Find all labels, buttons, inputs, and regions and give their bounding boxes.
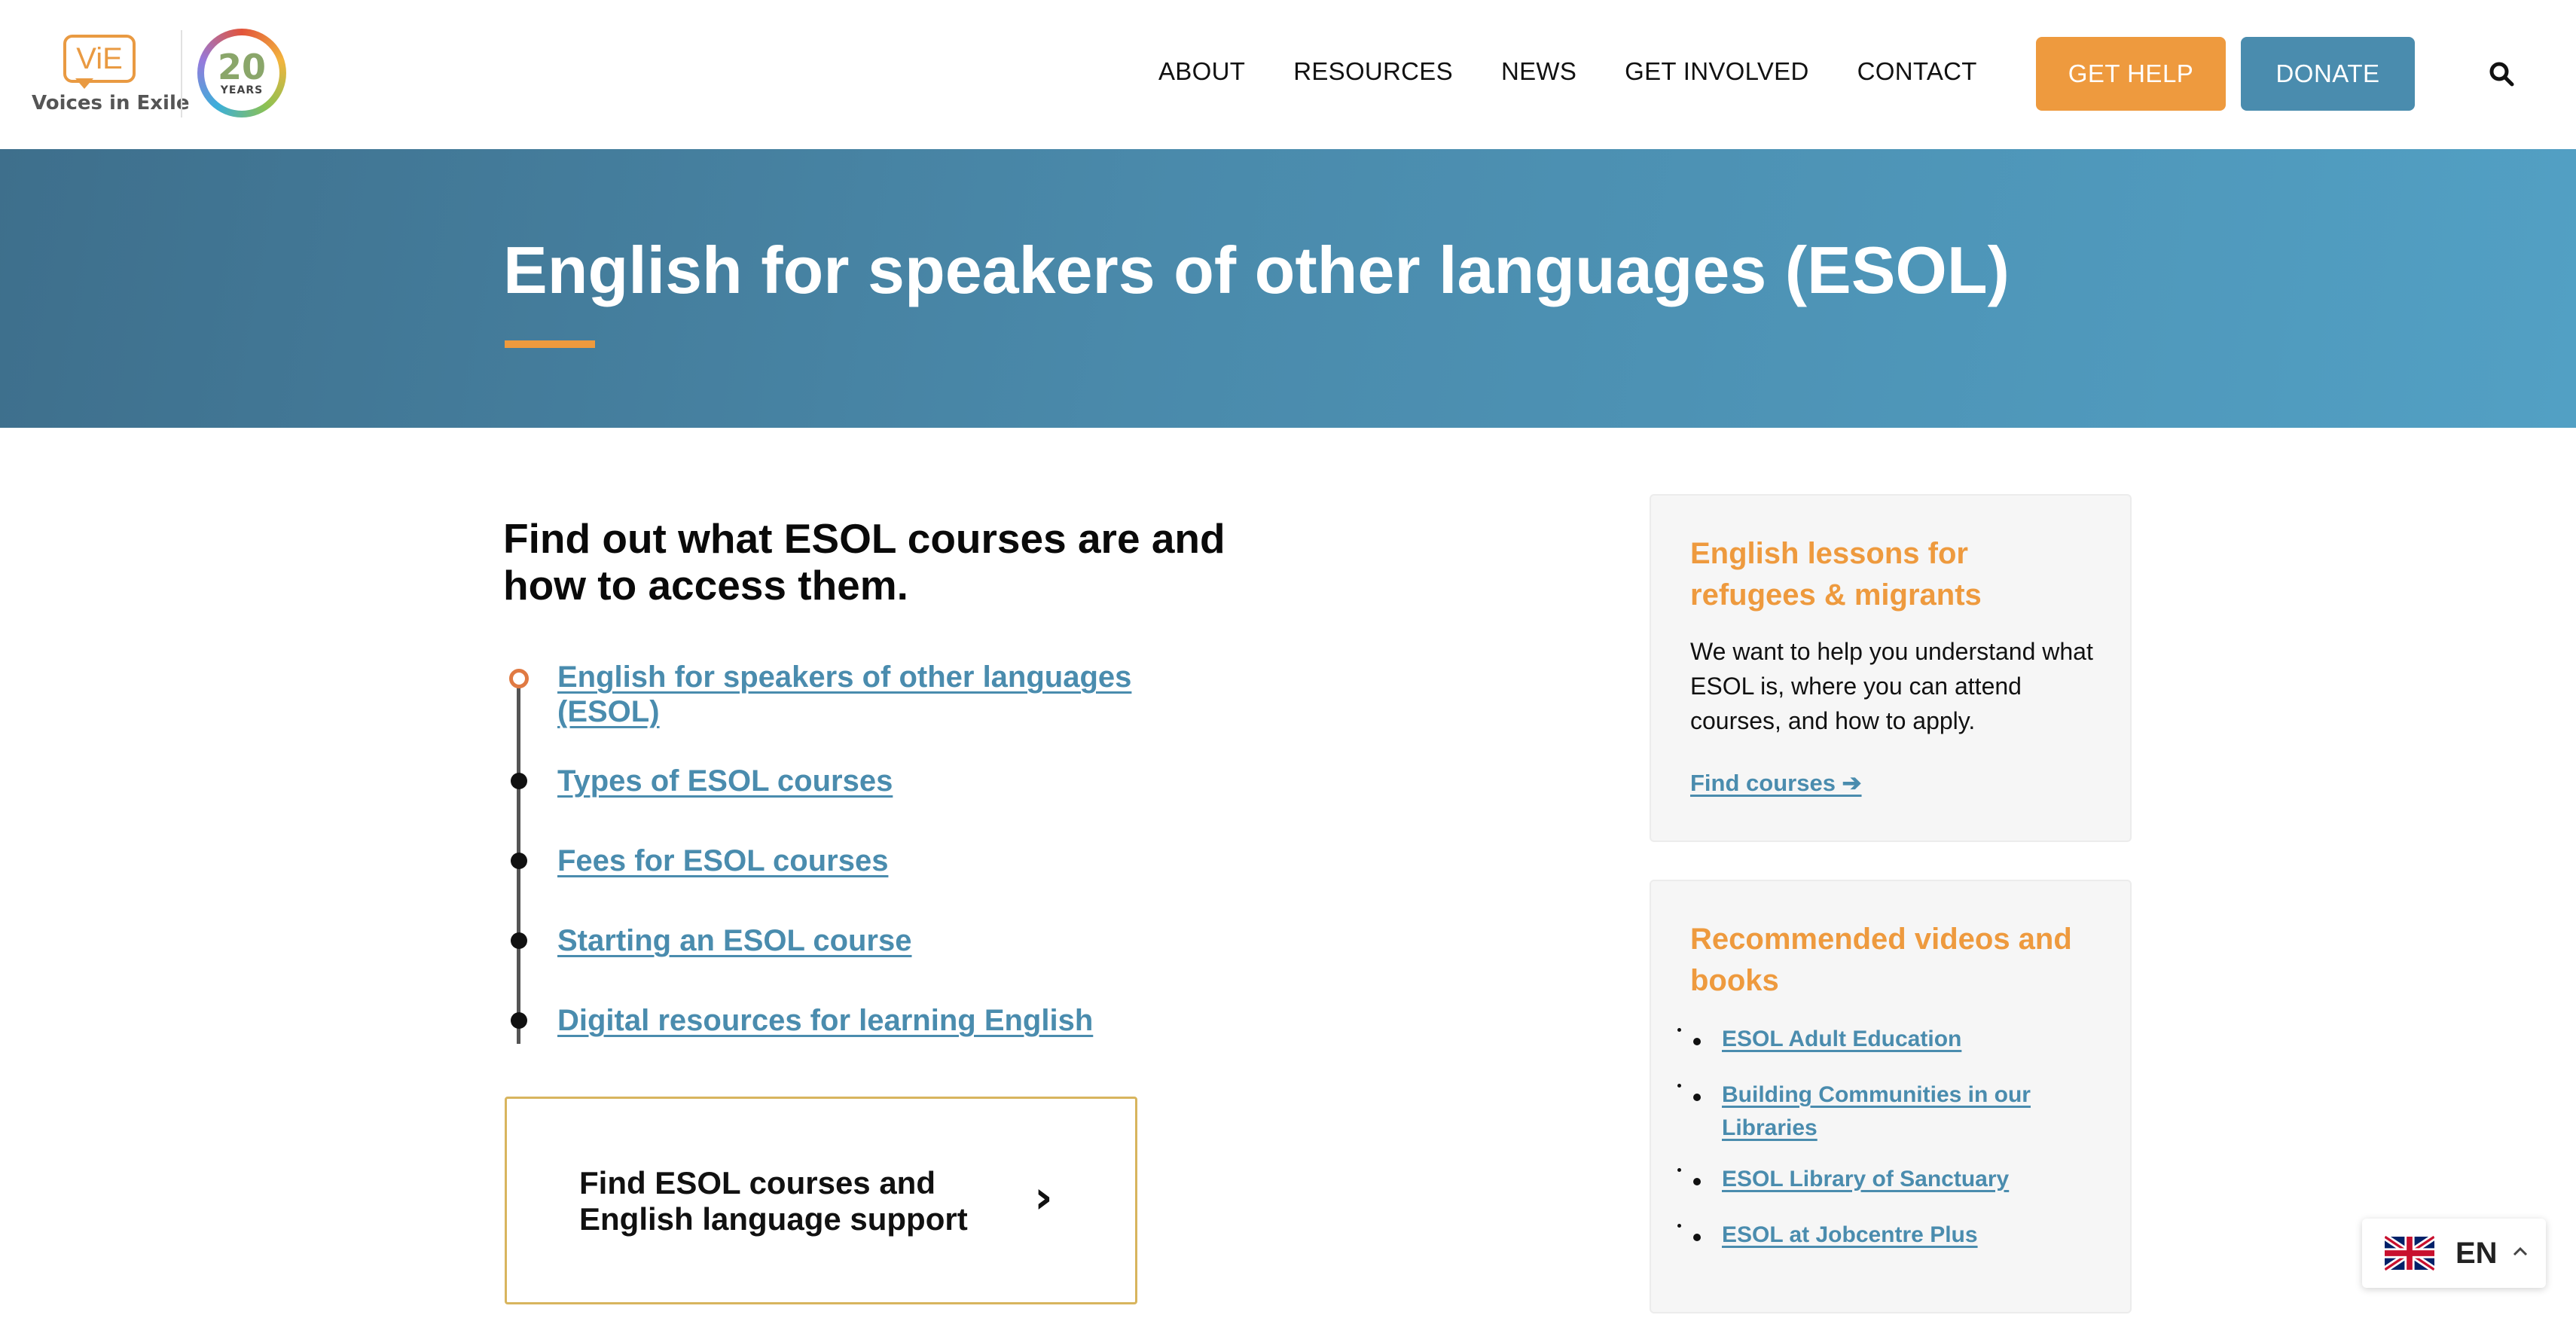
nav-get-involved[interactable]: GET INVOLVED [1625,57,1808,86]
title-accent-bar [505,340,595,348]
card-title: English lessons for refugees & migrants [1690,537,1982,612]
page-title: English for speakers of other languages … [503,233,2010,307]
list-item: ESOL Library of Sanctuary [1690,1163,2112,1191]
uk-flag-icon [2385,1235,2434,1271]
toc-link-fees[interactable]: Fees for ESOL courses [557,844,888,878]
intro-heading: Find out what ESOL courses are and how t… [503,515,1225,609]
anniversary-badge-inner: 20 YEARS [204,35,279,111]
nav-news[interactable]: NEWS [1501,57,1576,86]
logo-speech-bubble-icon: ViE [63,35,136,83]
language-code: EN [2455,1237,2498,1270]
bullet [1693,1094,1701,1101]
nav-contact[interactable]: CONTACT [1857,57,1977,86]
list-item: Building Communities in our Libraries [1690,1078,2112,1140]
toc-link-starting[interactable]: Starting an ESOL course [557,923,912,958]
bullet [1693,1178,1701,1185]
language-switcher[interactable]: EN [2362,1219,2546,1288]
toc-active-marker [509,669,529,688]
site-logo[interactable]: ViE Voices in Exile 20 YEARS [30,29,294,128]
recommended-link[interactable]: Building Communities in our Libraries [1722,1078,2098,1145]
main-nav: ABOUT RESOURCES NEWS GET INVOLVED CONTAC… [1158,57,2025,86]
bullet [1693,1038,1701,1045]
toc-marker [511,1012,527,1029]
get-help-button[interactable]: GET HELP [2036,37,2226,111]
toc-link-types[interactable]: Types of ESOL courses [557,764,893,798]
logo-name: Voices in Exile [32,92,190,114]
toc-link-esol[interactable]: English for speakers of other languages … [557,660,1226,729]
find-courses-cta[interactable]: Find ESOL courses and English language s… [505,1097,1137,1304]
list-item: ESOL at Jobcentre Plus [1690,1219,2112,1247]
card-body: We want to help you understand what ESOL… [1690,638,2093,734]
english-lessons-card: English lessons for refugees & migrants … [1650,494,2132,842]
recommended-link[interactable]: ESOL Adult Education [1722,1023,2098,1056]
anniversary-label: YEARS [220,84,264,96]
toc-marker [511,932,527,949]
nav-about[interactable]: ABOUT [1158,57,1245,86]
site-header: ViE Voices in Exile 20 YEARS ABOUT RESOU… [0,0,2576,149]
page-hero: English for speakers of other languages … [0,149,2576,428]
logo-bubble-tail [75,78,93,89]
logo-divider [181,30,182,117]
cta-label: Find ESOL courses and English language s… [579,1165,968,1237]
section-toc: English for speakers of other languages … [503,660,1226,1051]
list-item: ESOL Adult Education [1690,1023,2112,1051]
anniversary-badge: 20 YEARS [197,29,286,117]
search-icon[interactable] [2488,60,2515,87]
recommended-card: Recommended videos and books ESOL Adult … [1650,880,2132,1313]
anniversary-number: 20 [217,47,266,87]
toc-link-digital[interactable]: Digital resources for learning English [557,1003,1093,1038]
chevron-up-icon [2513,1246,2528,1256]
logo-mark: ViE [76,41,123,75]
toc-marker [511,853,527,869]
donate-button[interactable]: DONATE [2241,37,2415,111]
recommended-link[interactable]: ESOL at Jobcentre Plus [1722,1219,2098,1252]
nav-resources[interactable]: RESOURCES [1293,57,1453,86]
find-courses-link[interactable]: Find courses ➔ [1690,770,1862,797]
card-title: Recommended videos and books [1690,923,2072,997]
chevron-right-icon: › [1034,1171,1053,1224]
toc-marker [511,773,527,789]
bullet [1693,1234,1701,1241]
recommended-link[interactable]: ESOL Library of Sanctuary [1722,1163,2098,1196]
